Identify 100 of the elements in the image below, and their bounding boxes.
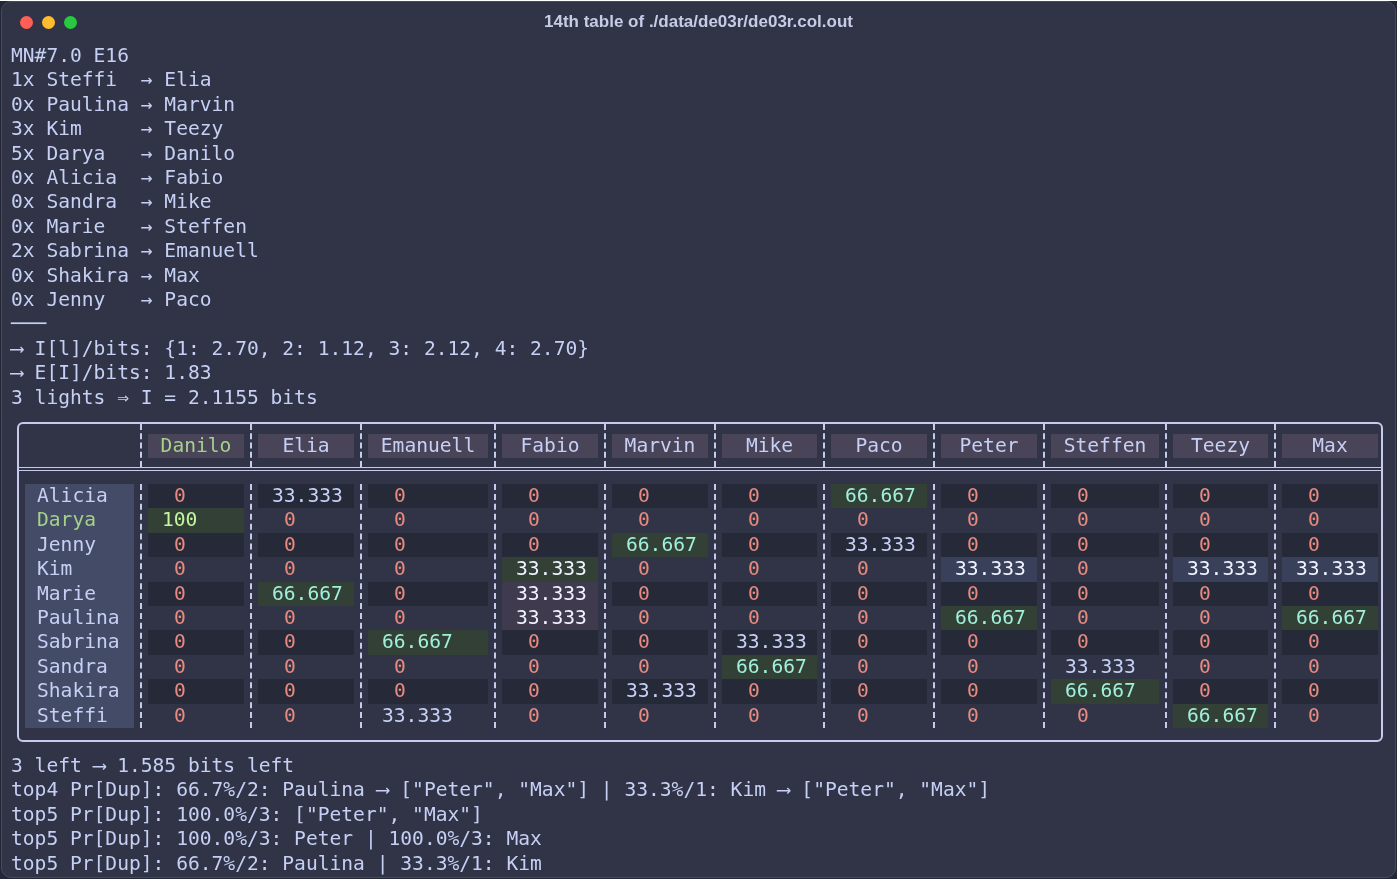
column-header: Max xyxy=(1282,433,1378,458)
output-line: 0x Shakira → Max xyxy=(11,263,200,289)
table-cell-text: 0 xyxy=(637,654,651,680)
table-cell-text: 0 xyxy=(637,508,651,533)
table-cell-text: 0 xyxy=(1198,508,1212,533)
table-cell: 0 xyxy=(941,679,1037,704)
table-cell-text: 0 xyxy=(173,606,187,631)
table-cell: 0 xyxy=(1051,581,1159,607)
table-cell-text: 0 xyxy=(856,557,870,582)
table-cell-text: 0 xyxy=(527,703,541,728)
output-line: 0x Sandra → Mike xyxy=(11,190,212,215)
table-cell-text: 0 xyxy=(283,703,297,728)
table-cell: 0 xyxy=(502,532,598,558)
output-line: 0x Alicia → Fabio xyxy=(11,166,224,191)
table-cell: 0 xyxy=(368,532,488,558)
table-cell: 66.667 xyxy=(258,581,354,607)
table-cell: 66.667 xyxy=(612,532,708,558)
table-cell-text: 0 xyxy=(637,557,651,582)
output-line: ⟶ I[l]/bits: {1: 2.70, 2: 1.12, 3: 2.12, 4: 2.70} xyxy=(11,336,590,362)
table-cell: 0 xyxy=(1051,484,1159,509)
window-control-icon[interactable] xyxy=(64,16,77,29)
column-header: Steffen xyxy=(1051,433,1159,458)
table-cell-text: 0 xyxy=(1076,606,1090,631)
table-cell: 0 xyxy=(148,630,244,655)
column-header: Danilo xyxy=(148,433,244,458)
table-cell-text: 0 xyxy=(283,557,297,582)
table-cell: 0 xyxy=(258,532,354,558)
table-cell: 0 xyxy=(1173,630,1268,655)
row-label: Jenny xyxy=(36,532,97,558)
row-label: Sandra xyxy=(36,654,109,680)
table-cell: 66.667 xyxy=(1282,606,1378,631)
table-cell-text: 0 xyxy=(1076,557,1090,582)
row-label: Marie xyxy=(36,581,97,607)
output-line: 1x Steffi → Elia xyxy=(11,68,212,93)
table-cell: 66.667 xyxy=(831,484,927,509)
row-label: Paulina xyxy=(36,606,121,631)
table-cell-text: 0 xyxy=(856,606,870,631)
table-cell-text: 0 xyxy=(173,703,187,728)
table-cell-text: 0 xyxy=(283,508,297,533)
output-line: top5 Pr[Dup]: 100.0%/3: Peter | 100.0%/3: Max xyxy=(11,827,542,852)
table-cell-text: 0 xyxy=(527,654,541,680)
table-cell-text: 0 xyxy=(1307,508,1321,533)
table-cell: 0 xyxy=(1173,679,1268,704)
table-cell: 0 xyxy=(1173,581,1268,607)
row-label: Darya xyxy=(36,508,97,533)
output-line: MN#7.0 E16 xyxy=(11,44,129,69)
table-cell-text: 0 xyxy=(173,557,187,582)
table-cell: 0 xyxy=(1282,484,1378,509)
table-cell: 0 xyxy=(831,679,927,704)
table-cell-text: 0 xyxy=(283,606,297,631)
table-cell-text: 0 xyxy=(747,606,761,631)
table-cell: 0 xyxy=(941,581,1037,607)
table-cell: 0 xyxy=(258,679,354,704)
output-line: top4 Pr[Dup]: 66.7%/2: Paulina ⟶ ["Peter", "Max"] | 33.3%/1: Kim ⟶ ["Peter", "Max"] xyxy=(11,778,991,803)
table-cell-text: 0 xyxy=(393,557,407,582)
table-cell: 0 xyxy=(831,630,927,655)
table-cell: 0 xyxy=(612,630,708,655)
output-line: 2x Sabrina → Emanuell xyxy=(11,239,259,264)
row-label: Steffi xyxy=(36,703,109,728)
row-label: Alicia xyxy=(36,484,109,509)
table-cell: 66.667 xyxy=(941,606,1037,631)
table-cell-text: 0 xyxy=(747,703,761,728)
output-line: 0x Paulina → Marvin xyxy=(11,92,236,118)
output-line: 0x Marie → Steffen xyxy=(11,214,247,240)
table-cell: 0 xyxy=(1282,630,1378,655)
table-cell: 0 xyxy=(502,630,598,655)
row-label: Shakira xyxy=(36,679,121,704)
table-cell: 0 xyxy=(368,484,488,509)
window-control-icon[interactable] xyxy=(42,16,55,29)
table-cell-text: 0 xyxy=(856,703,870,728)
window-control-icon[interactable] xyxy=(20,16,33,29)
table-cell: 0 xyxy=(831,581,927,607)
output-line: ─── xyxy=(11,312,47,337)
table-cell: 0 xyxy=(1173,484,1268,509)
output-line: 3x Kim → Teezy xyxy=(11,117,224,142)
table-cell: 0 xyxy=(368,679,488,704)
table-cell: 0 xyxy=(1051,532,1159,558)
column-header: Teezy xyxy=(1173,433,1268,458)
table-cell: 66.667 xyxy=(1173,703,1268,728)
column-header: Fabio xyxy=(502,433,598,458)
table-cell-text: 0 xyxy=(637,703,651,728)
table-cell: 0 xyxy=(368,581,488,607)
table-cell-text: 0 xyxy=(747,557,761,582)
table-cell-text: 0 xyxy=(747,508,761,533)
output-line: 3 lights ⇒ I = 2.1155 bits xyxy=(11,385,318,411)
row-label: Sabrina xyxy=(36,630,121,655)
table-cell: 0 xyxy=(148,484,244,509)
table-cell-text: 0 xyxy=(1198,606,1212,631)
table-cell-text: 0 xyxy=(283,654,297,680)
table-cell-text: 0 xyxy=(1307,703,1321,728)
table-cell-text: 0 xyxy=(1076,508,1090,533)
table-cell: 33.333 xyxy=(831,532,927,558)
table-cell-text: 0 xyxy=(173,654,187,680)
table-cell-text: 0 xyxy=(527,508,541,533)
table-cell-text: 0 xyxy=(966,654,980,680)
column-header: Mike xyxy=(722,433,817,458)
table-cell: 100 xyxy=(148,508,244,533)
table-cell-text: 0 xyxy=(966,508,980,533)
table-cell: 0 xyxy=(722,679,817,704)
table-cell-text: 33.333 xyxy=(381,703,454,728)
